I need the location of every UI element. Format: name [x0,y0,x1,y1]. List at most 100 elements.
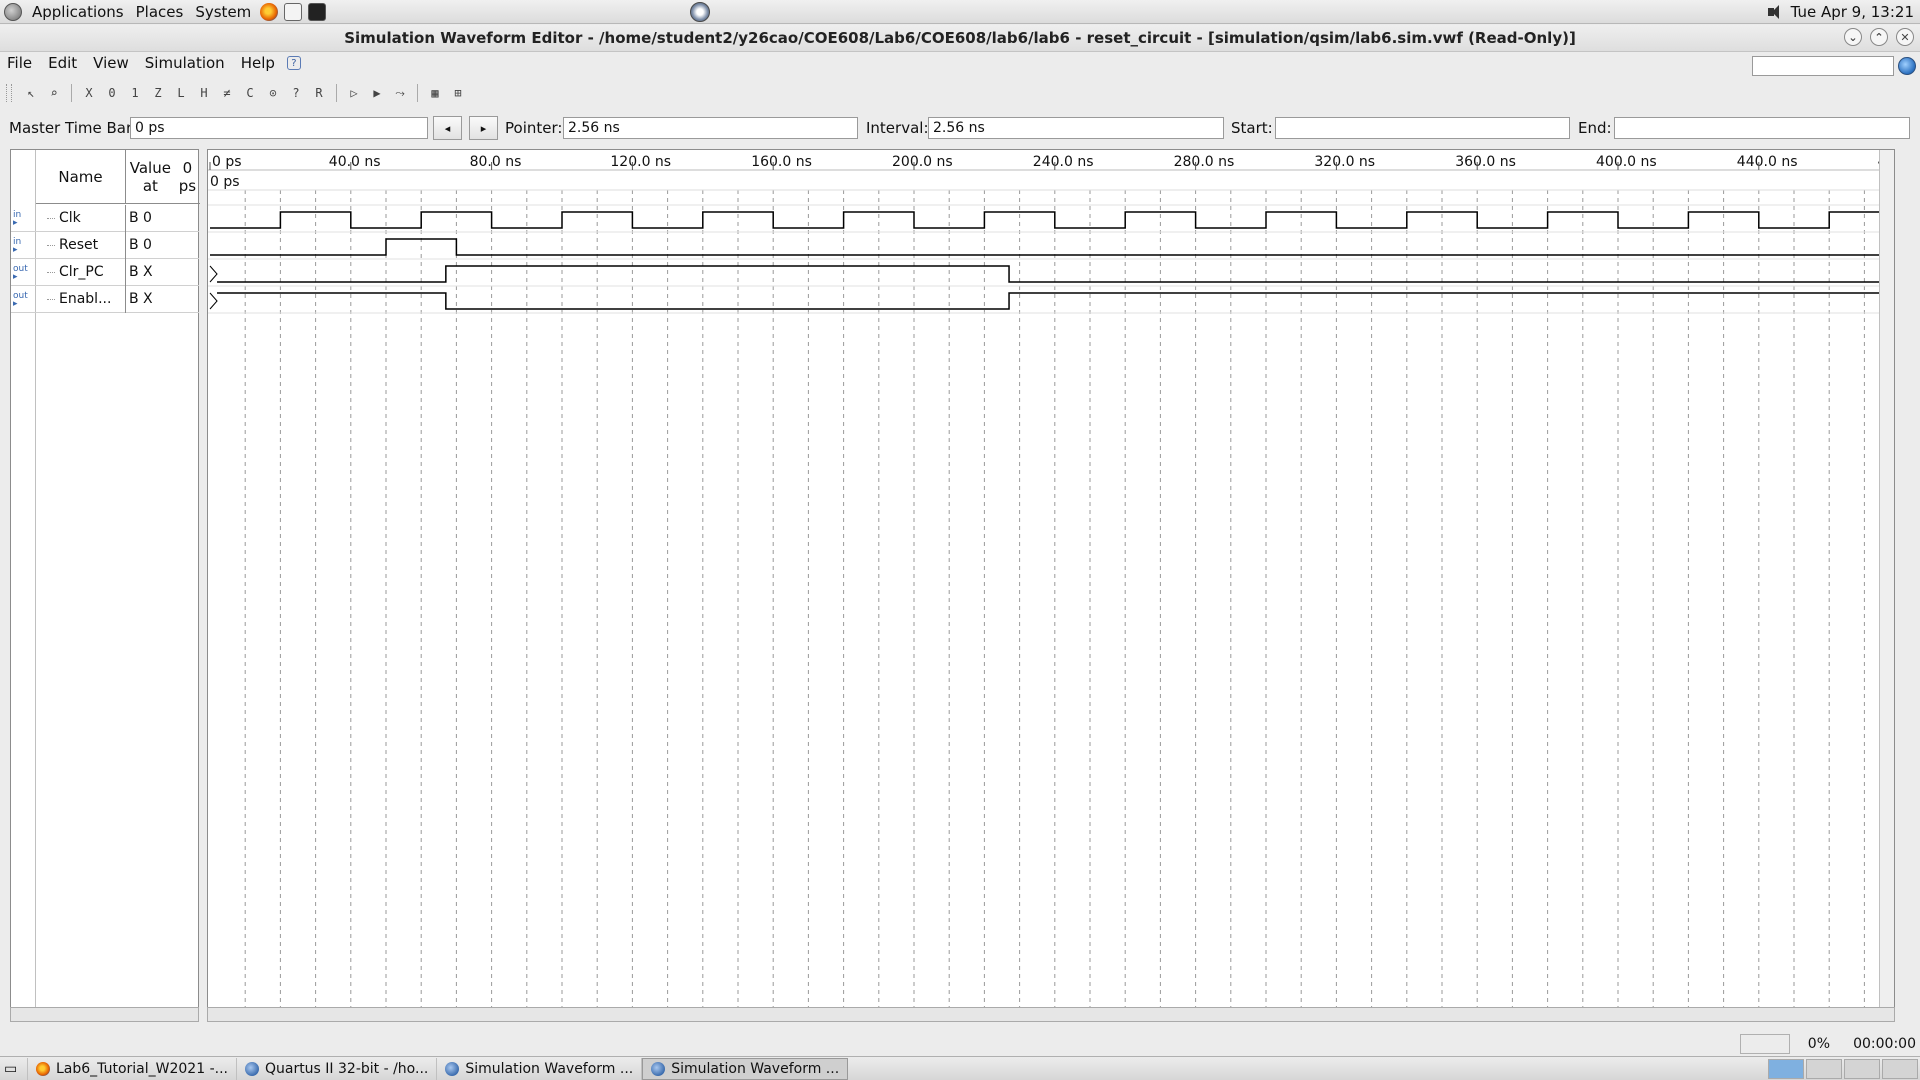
run-functional-simulation-icon[interactable]: ▷ [344,83,364,103]
window-titlebar: Simulation Waveform Editor - /home/stude… [0,25,1920,52]
task-label: Quartus II 32-bit - /ho... [264,1060,429,1077]
row-divider [125,259,126,286]
signal-value: B 0 [129,210,152,226]
next-transition-button[interactable]: ▸ [469,116,498,140]
whats-this-icon[interactable]: ? [286,56,301,70]
start-label: Start: [1231,119,1273,137]
weak-high-icon[interactable]: H [194,83,214,103]
menu-simulation[interactable]: Simulation [137,54,233,72]
clr-pc-waveform [217,265,1894,283]
workspace-3[interactable] [1844,1059,1880,1079]
value-header-line1: Value at [129,158,171,195]
waveform-pane[interactable]: 0 ps 40.0 ns 80.0 ns 120.0 ns 160.0 ns 200.0 … [207,149,1895,1009]
start-field [1275,117,1570,139]
menu-help[interactable]: Help [233,54,283,72]
waveform-canvas[interactable]: 0 ps 40.0 ns 80.0 ns 120.0 ns 160.0 ns 200.0 … [208,150,1895,1009]
ruler-label: 200.0 ns [892,154,953,170]
task-lab6-tutorial[interactable]: Lab6_Tutorial_W2021 -... [28,1057,237,1080]
task-simulation-waveform-1[interactable]: Simulation Waveform ... [437,1057,643,1080]
progress-percent: 0% [1807,1036,1830,1052]
workspace-switcher[interactable] [1768,1059,1918,1079]
ruler-label: 240.0 ns [1033,154,1094,170]
overwrite-clock-icon[interactable]: ⊙ [263,83,283,103]
workspace-2[interactable] [1806,1059,1842,1079]
maximize-icon[interactable]: ⌃ [1870,28,1888,46]
signal-row-clk[interactable]: in ▸ Clk B 0 [11,205,199,232]
force-high-icon[interactable]: 1 [125,83,145,103]
ruler-label: 0 ps [212,154,242,170]
row-divider [125,232,126,259]
ruler-label: 40.0 ns [329,154,381,170]
toolbar-separator [71,84,72,102]
invert-icon[interactable]: ≠ [217,83,237,103]
force-low-icon[interactable]: 0 [102,83,122,103]
value-header-line2: 0 ps [178,158,197,195]
value-column-header[interactable]: Value at 0 ps [126,150,200,204]
enable-unknown [209,292,218,310]
previous-transition-button[interactable]: ◂ [433,116,462,140]
name-column-header[interactable]: Name [36,150,126,204]
end-label: End: [1578,119,1612,137]
top-panel: Applications Places System Tue Apr 9, 13… [0,0,1920,24]
weak-low-icon[interactable]: L [171,83,191,103]
input-pin-icon: in ▸ [13,237,22,255]
applications-menu[interactable]: Applications [26,3,130,21]
workspace-4[interactable] [1882,1059,1918,1079]
status-bar: 0% 00:00:00 [0,1034,1920,1054]
count-value-icon[interactable]: C [240,83,260,103]
task-label: Simulation Waveform ... [465,1060,634,1077]
zoom-tool-icon[interactable]: ⌕ [44,83,64,103]
uninitialized-icon[interactable]: X [79,83,99,103]
master-time-bar-field[interactable]: 0 ps [130,117,428,139]
task-simulation-waveform-2[interactable]: Simulation Waveform ... [642,1057,849,1080]
waveform-vertical-scrollbar[interactable] [1879,150,1894,1008]
waveform-toolbar: ↖ ⌕ X 0 1 Z L H ≠ C ⊙ ? R ▷ ▶ ⤳ ▦ ⊞ [0,80,1920,106]
close-icon[interactable]: ✕ [1896,28,1914,46]
help-search-input[interactable] [1752,56,1894,76]
toolbar-separator [336,84,337,102]
selection-tool-icon[interactable]: ↖ [21,83,41,103]
toolbar-grip[interactable] [6,84,12,102]
run-timing-simulation-icon[interactable]: ▶ [367,83,387,103]
clk-waveform [210,211,1894,229]
show-desktop-button[interactable]: ▭ [0,1057,28,1080]
terminal-launcher-icon[interactable] [308,2,327,21]
signal-row-enable[interactable]: out ▸ Enabl... B X [11,286,199,313]
high-impedance-icon[interactable]: Z [148,83,168,103]
workspace-1[interactable] [1768,1059,1804,1079]
waveform-horizontal-scrollbar[interactable] [207,1007,1895,1022]
volume-icon[interactable] [1767,4,1785,20]
signal-row-clr-pc[interactable]: out ▸ Clr_PC B X [11,259,199,286]
ruler-label: 440.0 ns [1737,154,1798,170]
ruler-label: 400.0 ns [1596,154,1657,170]
progress-box [1740,1034,1790,1054]
task-label: Lab6_Tutorial_W2021 -... [56,1060,228,1077]
menu-file[interactable]: File [0,54,40,72]
network-icon[interactable] [690,2,710,22]
signal-row-reset[interactable]: in ▸ Reset B 0 [11,232,199,259]
text-editor-launcher-icon[interactable] [284,2,303,21]
places-menu[interactable]: Places [130,3,190,21]
ruler-label: 280.0 ns [1174,154,1235,170]
menu-view[interactable]: View [85,54,137,72]
arbitrary-value-icon[interactable]: ? [286,83,306,103]
generate-netlist-icon[interactable]: ⤳ [390,83,410,103]
quartus-icon [244,1061,259,1076]
interval-label: Interval: [866,119,929,137]
names-horizontal-scrollbar[interactable] [10,1007,199,1022]
clock[interactable]: Tue Apr 9, 13:21 [1791,3,1914,21]
minimize-icon[interactable]: ⌄ [1844,28,1862,46]
grid-settings-icon[interactable]: ⊞ [448,83,468,103]
gnome-foot-icon[interactable] [4,2,22,21]
snap-to-grid-icon[interactable]: ▦ [425,83,445,103]
task-quartus[interactable]: Quartus II 32-bit - /ho... [237,1057,438,1080]
signal-name: Enabl... [46,291,112,307]
row-divider [125,286,126,313]
ruler-label: 80.0 ns [470,154,522,170]
search-globe-icon[interactable] [1898,57,1916,75]
random-values-icon[interactable]: R [309,83,329,103]
firefox-launcher-icon[interactable] [260,2,279,21]
clr-pc-unknown [209,265,218,283]
menu-edit[interactable]: Edit [40,54,85,72]
system-menu[interactable]: System [189,3,257,21]
